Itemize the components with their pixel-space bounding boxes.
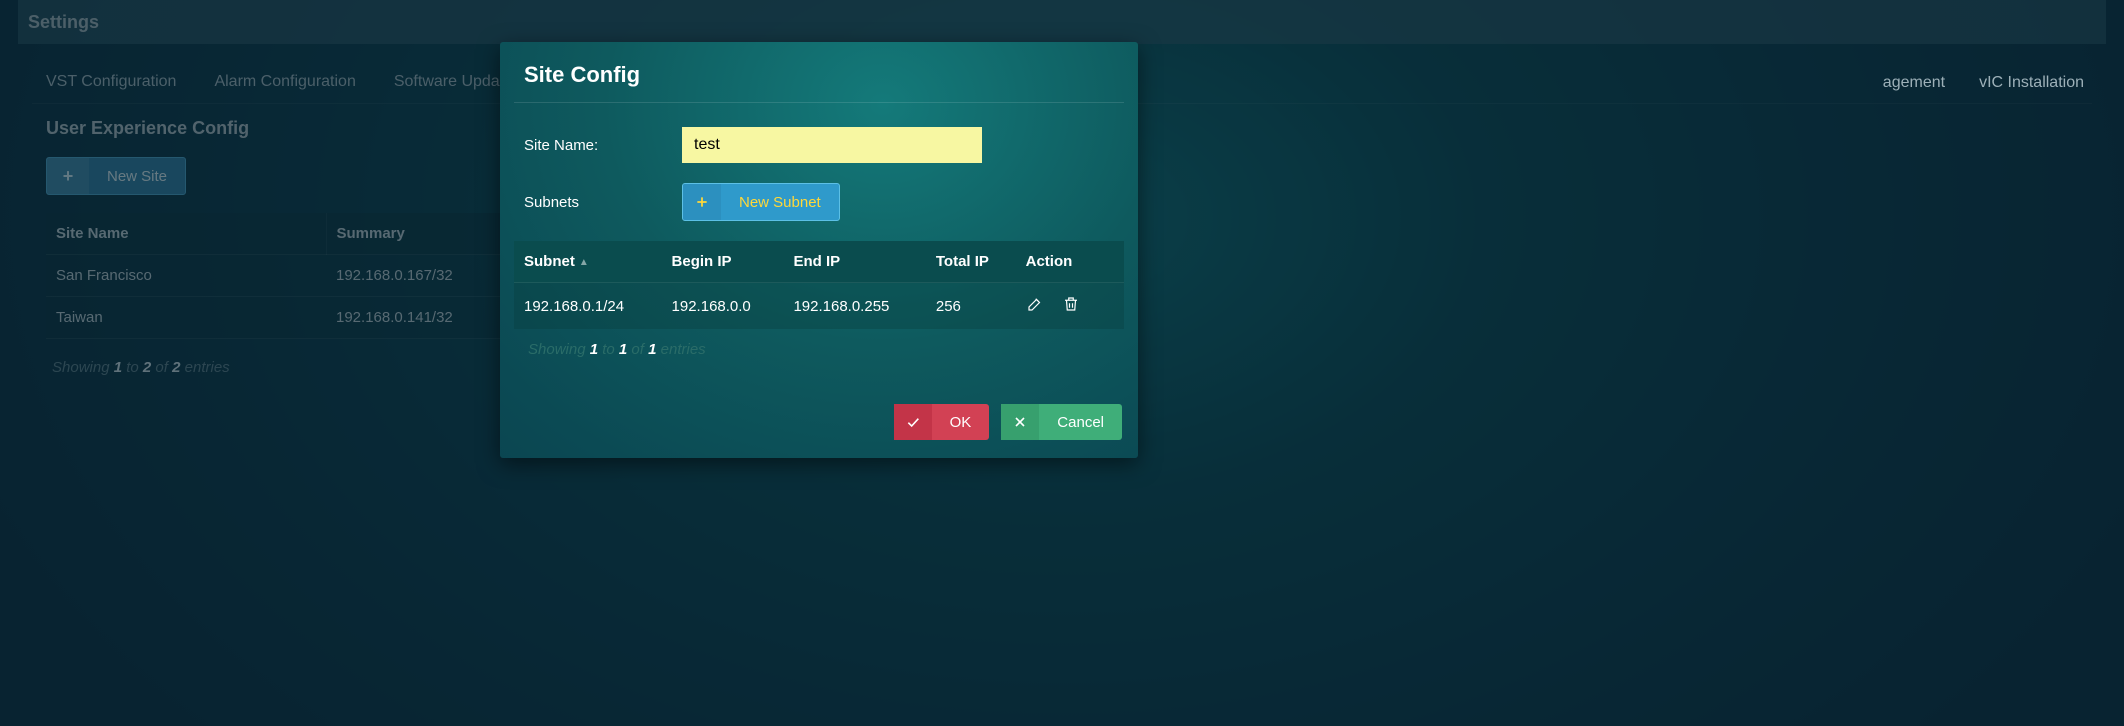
cell-total-ip: 256 — [926, 283, 1016, 330]
col-action: Action — [1016, 241, 1124, 283]
showing-mid2: of — [627, 341, 648, 358]
new-subnet-label: New Subnet — [721, 194, 839, 211]
modal-footer: OK Cancel — [500, 358, 1138, 458]
close-icon — [1001, 404, 1039, 440]
edit-icon[interactable] — [1026, 295, 1044, 313]
subnets-table: Subnet▲ Begin IP End IP Total IP Action … — [514, 241, 1124, 329]
showing-post: entries — [656, 341, 705, 358]
trash-icon[interactable] — [1062, 295, 1080, 313]
modal-title: Site Config — [500, 42, 1138, 102]
tab-fragment-agement[interactable]: agement — [1883, 74, 1945, 92]
right-nav-fragments: agement vIC Installation — [1883, 74, 2084, 92]
showing-mid1: to — [598, 341, 619, 358]
showing-pre: Showing — [528, 341, 590, 358]
site-name-label: Site Name: — [524, 137, 682, 154]
tab-vic-installation[interactable]: vIC Installation — [1979, 74, 2084, 92]
subnets-row: Subnets New Subnet — [500, 177, 1138, 227]
table-row: 192.168.0.1/24 192.168.0.0 192.168.0.255… — [514, 283, 1124, 330]
plus-icon — [683, 184, 721, 220]
new-subnet-button[interactable]: New Subnet — [682, 183, 840, 221]
col-end-ip[interactable]: End IP — [783, 241, 925, 283]
modal-divider — [514, 102, 1124, 103]
cell-subnet: 192.168.0.1/24 — [514, 283, 662, 330]
subnets-showing-text: Showing 1 to 1 of 1 entries — [528, 341, 1138, 358]
showing-a: 1 — [590, 341, 598, 358]
site-name-input[interactable] — [682, 127, 982, 163]
cancel-label: Cancel — [1039, 414, 1122, 431]
ok-button[interactable]: OK — [894, 404, 990, 440]
col-subnet[interactable]: Subnet ▲ — [514, 241, 662, 283]
col-begin-ip[interactable]: Begin IP — [662, 241, 784, 283]
sort-asc-icon: ▲ — [579, 257, 589, 268]
ok-label: OK — [932, 414, 990, 431]
cancel-button[interactable]: Cancel — [1001, 404, 1122, 440]
col-total-ip[interactable]: Total IP — [926, 241, 1016, 283]
cell-begin-ip: 192.168.0.0 — [662, 283, 784, 330]
showing-b: 1 — [619, 341, 627, 358]
cell-end-ip: 192.168.0.255 — [783, 283, 925, 330]
subnets-label: Subnets — [524, 194, 682, 211]
col-subnet-label: Subnet — [524, 253, 575, 270]
site-config-modal: Site Config Site Name: Subnets New Subne… — [500, 42, 1138, 458]
cell-action — [1016, 283, 1124, 330]
site-name-row: Site Name: — [500, 121, 1138, 169]
check-icon — [894, 404, 932, 440]
